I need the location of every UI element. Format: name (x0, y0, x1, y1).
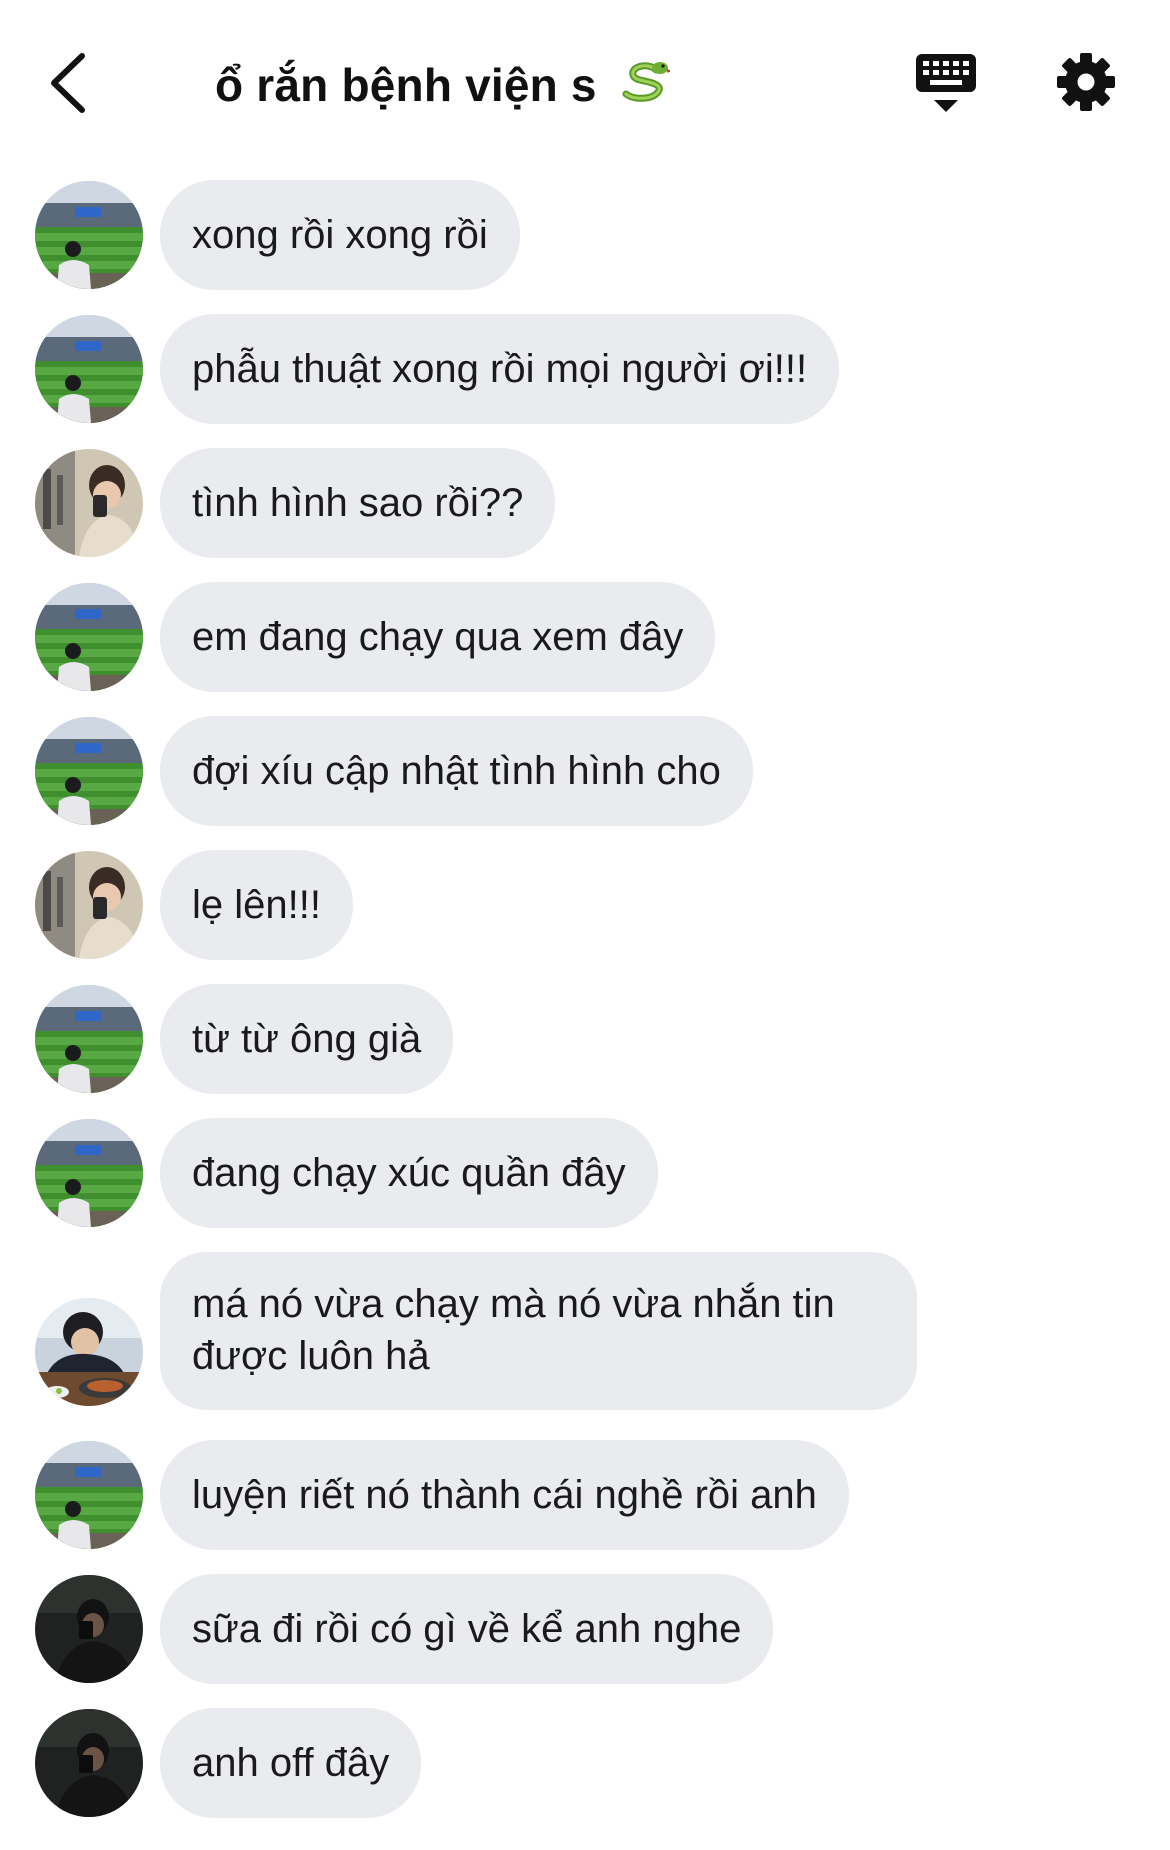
avatar-stadium[interactable] (35, 315, 143, 423)
avatar-stadium[interactable] (35, 583, 143, 691)
message-row: từ từ ông già (0, 984, 1170, 1094)
keyboard-button[interactable] (912, 50, 980, 118)
avatar-stadium[interactable] (35, 985, 143, 1093)
message-row: má nó vừa chạy mà nó vừa nhắn tin được l… (0, 1252, 1170, 1412)
avatar-mirror-selfie[interactable] (35, 449, 143, 557)
avatar-bbq-dinner[interactable] (35, 1298, 143, 1406)
message-bubble[interactable]: từ từ ông già (160, 984, 454, 1094)
message-bubble[interactable]: xong rồi xong rồi (160, 180, 520, 290)
keyboard-icon (916, 54, 976, 112)
message-row: luyện riết nó thành cái nghề rồi anh (0, 1440, 1170, 1550)
message-bubble[interactable]: sữa đi rồi có gì về kể anh nghe (160, 1574, 774, 1684)
message-text: em đang chạy qua xem đây (192, 615, 684, 659)
message-row: đang chạy xúc quần đây (0, 1118, 1170, 1228)
message-row: tình hình sao rồi?? (0, 448, 1170, 558)
message-bubble[interactable]: lẹ lên!!! (160, 850, 353, 960)
message-bubble[interactable]: luyện riết nó thành cái nghề rồi anh (160, 1440, 849, 1550)
message-bubble[interactable]: má nó vừa chạy mà nó vừa nhắn tin được l… (160, 1252, 917, 1410)
avatar-dark-selfie[interactable] (35, 1709, 143, 1817)
message-text: anh off đây (192, 1741, 390, 1785)
message-bubble[interactable]: em đang chạy qua xem đây (160, 582, 716, 692)
message-row: xong rồi xong rồi (0, 180, 1170, 290)
chat-header: ổ rắn bệnh viện s (0, 0, 1170, 160)
message-bubble[interactable]: anh off đây (160, 1708, 422, 1818)
message-row: đợi xíu cập nhật tình hình cho (0, 716, 1170, 826)
message-text: lẹ lên!!! (192, 883, 321, 927)
message-text: luyện riết nó thành cái nghề rồi anh (192, 1473, 817, 1517)
avatar-stadium[interactable] (35, 1441, 143, 1549)
message-row: em đang chạy qua xem đây (0, 582, 1170, 692)
message-text: đang chạy xúc quần đây (192, 1151, 626, 1195)
message-text: từ từ ông già (192, 1017, 422, 1061)
group-title: ổ rắn bệnh viện s (215, 56, 673, 113)
message-text: sữa đi rồi có gì về kể anh nghe (192, 1607, 742, 1651)
gear-icon (1057, 53, 1115, 111)
avatar-stadium[interactable] (35, 1119, 143, 1227)
message-text: đợi xíu cập nhật tình hình cho (192, 749, 721, 793)
avatar-stadium[interactable] (35, 181, 143, 289)
message-row: anh off đây (0, 1708, 1170, 1818)
avatar-mirror-selfie[interactable] (35, 851, 143, 959)
message-text: tình hình sao rồi?? (192, 481, 524, 525)
avatar-dark-selfie[interactable] (35, 1575, 143, 1683)
message-row: phẫu thuật xong rồi mọi người ơi!!! (0, 314, 1170, 424)
message-row: sữa đi rồi có gì về kể anh nghe (0, 1574, 1170, 1684)
chevron-left-icon (51, 53, 85, 113)
group-name: ổ rắn bệnh viện s (215, 59, 597, 111)
message-text: phẫu thuật xong rồi mọi người ơi!!! (192, 347, 808, 391)
message-bubble[interactable]: phẫu thuật xong rồi mọi người ơi!!! (160, 314, 840, 424)
message-text: má nó vừa chạy mà nó vừa nhắn tin được l… (192, 1282, 835, 1378)
snake-emoji-icon (618, 56, 673, 113)
avatar-stadium[interactable] (35, 717, 143, 825)
back-button[interactable] (40, 48, 100, 118)
message-bubble[interactable]: đợi xíu cập nhật tình hình cho (160, 716, 753, 826)
message-bubble[interactable]: tình hình sao rồi?? (160, 448, 556, 558)
message-row: lẹ lên!!! (0, 850, 1170, 960)
message-text: xong rồi xong rồi (192, 213, 488, 257)
message-bubble[interactable]: đang chạy xúc quần đây (160, 1118, 658, 1228)
settings-button[interactable] (1054, 50, 1118, 114)
